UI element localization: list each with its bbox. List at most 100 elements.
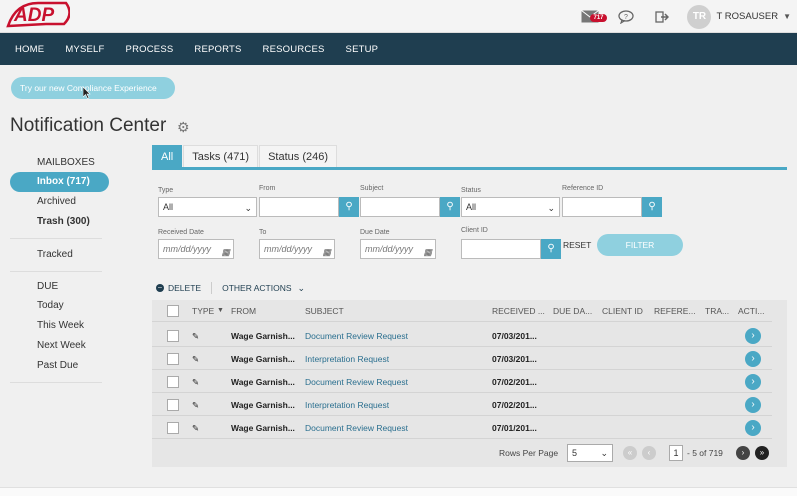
status-label: Status	[461, 187, 481, 194]
subject-link[interactable]: Interpretation Request	[305, 394, 389, 416]
nav-reports[interactable]: REPORTS	[194, 44, 241, 55]
top-bar: ADP 717 ? TR T ROSAUSER ▼	[0, 0, 797, 33]
next-page-icon[interactable]: ›	[736, 446, 750, 460]
select-all-checkbox[interactable]	[167, 305, 179, 317]
sidebar-item-next-week[interactable]: Next Week	[10, 336, 102, 356]
last-page-icon[interactable]: »	[755, 446, 769, 460]
col-track[interactable]: TRA...	[705, 300, 729, 322]
compliance-experience-button[interactable]: Try our new Compliance Experience	[11, 77, 175, 99]
col-client[interactable]: CLIENT ID	[602, 300, 643, 322]
delete-button[interactable]: DELETE	[168, 283, 201, 293]
chevron-down-icon[interactable]: ▼	[783, 12, 791, 21]
help-chat-icon[interactable]: ?	[615, 6, 637, 28]
filter-button[interactable]: FILTER	[597, 234, 683, 256]
calendar-icon[interactable]: ▦	[221, 243, 230, 261]
nav-myself[interactable]: MYSELF	[65, 44, 104, 55]
chevron-right-icon[interactable]: ›	[745, 420, 761, 436]
nav-resources[interactable]: RESOURCES	[263, 44, 325, 55]
nav-process[interactable]: PROCESS	[126, 44, 174, 55]
sidebar-item-today[interactable]: Today	[10, 296, 102, 316]
other-actions-button[interactable]: OTHER ACTIONS	[222, 283, 291, 293]
sidebar-item-past-due[interactable]: Past Due	[10, 356, 102, 376]
table-row[interactable]: ✎ Wage Garnish... Interpretation Request…	[152, 394, 772, 416]
table-row[interactable]: ✎ Wage Garnish... Document Review Reques…	[152, 325, 772, 347]
rows-per-page-select[interactable]: 5 ⌄	[567, 444, 613, 462]
search-icon[interactable]: ⚲	[440, 197, 460, 217]
row-checkbox[interactable]	[167, 376, 179, 388]
received-date-input[interactable]: mm/dd/yyyy ▦	[158, 239, 234, 259]
minus-circle-icon: –	[156, 284, 164, 292]
table-row[interactable]: ✎ Wage Garnish... Document Review Reques…	[152, 371, 772, 393]
mail-count-badge: 717	[590, 13, 607, 22]
tab-all[interactable]: All	[152, 145, 183, 167]
search-icon[interactable]: ⚲	[541, 239, 561, 259]
type-select[interactable]: All ⌄	[158, 197, 257, 217]
sidebar-item-trash[interactable]: Trash (300)	[10, 212, 102, 232]
tab-status[interactable]: Status (246)	[259, 145, 338, 167]
col-due[interactable]: DUE DA...	[553, 300, 592, 322]
footer-bar	[0, 487, 797, 496]
col-type[interactable]: TYPE	[192, 300, 214, 322]
col-received[interactable]: RECEIVED ...	[492, 300, 545, 322]
reset-button[interactable]: RESET	[563, 240, 591, 250]
first-page-icon[interactable]: «	[623, 446, 637, 460]
col-from[interactable]: FROM	[231, 300, 256, 322]
pencil-icon: ✎	[192, 423, 200, 433]
prev-page-icon[interactable]: ‹	[642, 446, 656, 460]
page-number-input[interactable]: 1	[669, 445, 683, 461]
chevron-right-icon[interactable]: ›	[745, 374, 761, 390]
to-date-input[interactable]: mm/dd/yyyy ▦	[259, 239, 335, 259]
received-cell: 07/02/201...	[492, 377, 537, 387]
user-name[interactable]: T ROSAUSER	[716, 11, 778, 22]
reference-input[interactable]	[562, 197, 642, 217]
pencil-icon: ✎	[192, 354, 200, 364]
subject-input[interactable]	[360, 197, 440, 217]
page-range: - 5 of 719	[687, 448, 723, 458]
mail-icon[interactable]: 717	[579, 6, 607, 28]
search-icon[interactable]: ⚲	[642, 197, 662, 217]
sidebar-item-tracked[interactable]: Tracked	[10, 245, 102, 265]
logo-text: ADP	[13, 5, 54, 26]
subject-link[interactable]: Document Review Request	[305, 371, 408, 393]
chevron-right-icon[interactable]: ›	[745, 328, 761, 344]
nav-home[interactable]: HOME	[15, 44, 44, 55]
logout-icon[interactable]	[651, 6, 673, 28]
from-input[interactable]	[259, 197, 339, 217]
row-checkbox[interactable]	[167, 422, 179, 434]
table-row[interactable]: ✎ Wage Garnish... Document Review Reques…	[152, 417, 772, 439]
subject-link[interactable]: Interpretation Request	[305, 348, 389, 370]
sidebar-item-inbox[interactable]: Inbox (717)	[10, 172, 109, 192]
row-checkbox[interactable]	[167, 399, 179, 411]
status-select[interactable]: All ⌄	[461, 197, 560, 217]
from-cell: Wage Garnish...	[231, 400, 295, 410]
from-cell: Wage Garnish...	[231, 331, 295, 341]
client-id-input[interactable]	[461, 239, 541, 259]
subject-link[interactable]: Document Review Request	[305, 417, 408, 439]
due-date-label: Due Date	[360, 229, 390, 236]
divider	[10, 382, 102, 383]
adp-logo[interactable]: ADP	[6, 0, 70, 28]
pencil-icon: ✎	[192, 377, 200, 387]
row-checkbox[interactable]	[167, 353, 179, 365]
chevron-down-icon[interactable]: ⌄	[298, 283, 306, 294]
sidebar-item-archived[interactable]: Archived	[10, 192, 102, 212]
search-icon[interactable]: ⚲	[339, 197, 359, 217]
avatar[interactable]: TR	[687, 4, 712, 29]
gear-icon[interactable]: ⚙	[177, 119, 190, 136]
col-action[interactable]: ACTI...	[738, 300, 764, 322]
calendar-icon[interactable]: ▦	[322, 243, 331, 261]
row-checkbox[interactable]	[167, 330, 179, 342]
sidebar-item-this-week[interactable]: This Week	[10, 316, 102, 336]
tab-tasks[interactable]: Tasks (471)	[183, 145, 259, 167]
due-date-input[interactable]: mm/dd/yyyy ▦	[360, 239, 436, 259]
chevron-right-icon[interactable]: ›	[745, 397, 761, 413]
calendar-icon[interactable]: ▦	[423, 243, 432, 261]
sort-down-icon[interactable]: ▼	[217, 300, 224, 322]
table-row[interactable]: ✎ Wage Garnish... Interpretation Request…	[152, 348, 772, 370]
chevron-right-icon[interactable]: ›	[745, 351, 761, 367]
chevron-down-icon: ⌄	[244, 203, 252, 213]
nav-setup[interactable]: SETUP	[346, 44, 379, 55]
subject-link[interactable]: Document Review Request	[305, 325, 408, 347]
col-subject[interactable]: SUBJECT	[305, 300, 344, 322]
col-reference[interactable]: REFERE...	[654, 300, 696, 322]
